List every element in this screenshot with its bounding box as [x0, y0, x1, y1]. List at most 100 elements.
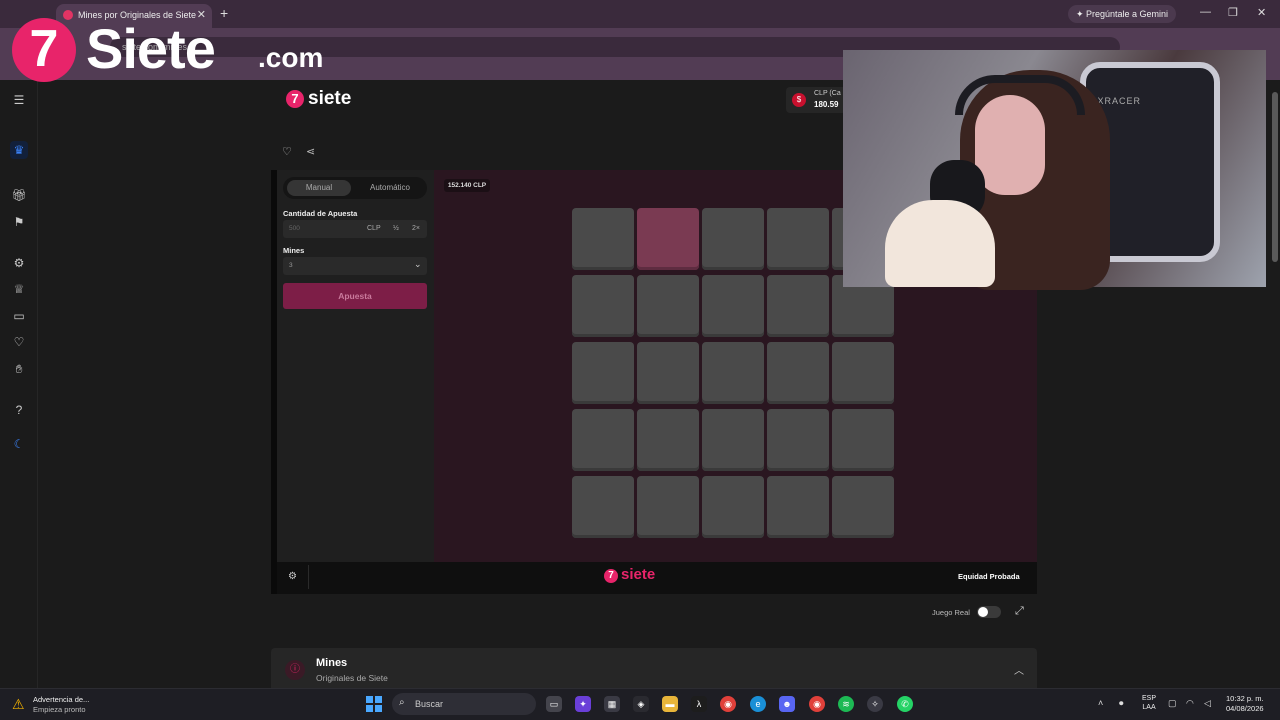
microphone-icon[interactable]: ⏺	[1119, 698, 1124, 709]
settings-icon[interactable]: ⚙	[288, 571, 297, 582]
app-icon[interactable]: ◈	[633, 696, 649, 712]
mine-tile[interactable]	[572, 275, 634, 337]
trophy-icon[interactable]: ♕	[10, 280, 28, 298]
windows-start-icon[interactable]	[366, 696, 382, 712]
provably-fair-link[interactable]: Equidad Probada	[958, 572, 1020, 581]
spotify-icon[interactable]: ≋	[838, 696, 854, 712]
keyboard-language[interactable]: ESP LAA	[1142, 694, 1156, 712]
real-play-toggle-knob[interactable]	[978, 607, 988, 617]
mine-tile[interactable]	[637, 476, 699, 538]
terminal-icon[interactable]: λ	[691, 696, 707, 712]
win-amount-badge: 152.140 CLP	[444, 179, 490, 192]
mine-tile[interactable]	[767, 342, 829, 404]
mine-tile[interactable]	[637, 208, 699, 270]
copilot-icon[interactable]: ✦	[575, 696, 591, 712]
warning-subtitle[interactable]: Empieza pronto	[33, 705, 86, 714]
chrome-icon[interactable]: ◉	[720, 696, 736, 712]
overlay-logo-name: Siete	[86, 17, 216, 80]
mine-tile[interactable]	[637, 342, 699, 404]
discord-icon[interactable]: ☻	[779, 696, 795, 712]
mine-tile[interactable]	[832, 342, 894, 404]
crown-icon[interactable]: ♛	[10, 141, 28, 159]
mine-tile[interactable]	[702, 476, 764, 538]
bike-icon[interactable]: ⚙	[10, 254, 28, 272]
warning-title[interactable]: Advertencia de...	[33, 695, 89, 704]
balance-widget[interactable]: $ CLP (Ca 180.59	[786, 87, 846, 113]
clock[interactable]: 10:32 p. m. 04/08/2026	[1226, 694, 1264, 714]
minimize-button[interactable]: —	[1200, 6, 1211, 18]
app-icon-2[interactable]: ✧	[867, 696, 883, 712]
chevron-down-icon[interactable]: ⌄	[414, 259, 422, 270]
moon-icon[interactable]: ☾	[10, 435, 28, 453]
mine-tile[interactable]	[702, 208, 764, 270]
bet-button[interactable]: Apuesta	[283, 283, 427, 309]
mine-tile[interactable]	[637, 409, 699, 471]
mines-value: 3	[289, 262, 293, 269]
mine-tile[interactable]	[767, 208, 829, 270]
hand-icon[interactable]: ✋︎	[10, 360, 28, 378]
favorite-icon[interactable]: ♡	[282, 145, 292, 158]
clock-date: 04/08/2026	[1226, 704, 1264, 713]
bet-amount-input[interactable]	[283, 220, 427, 238]
heart-icon[interactable]: ♡	[10, 333, 28, 351]
edge-icon[interactable]: e	[750, 696, 766, 712]
balance-amount: 180.59	[814, 100, 839, 109]
bet-amount-placeholder: 500	[289, 225, 300, 232]
mine-tile[interactable]	[767, 476, 829, 538]
chevron-up-icon[interactable]: ︿	[1014, 662, 1024, 677]
mine-tile[interactable]	[572, 208, 634, 270]
bet-half-button[interactable]: ½	[393, 225, 399, 232]
mode-manual-tab[interactable]: Manual	[287, 180, 351, 196]
mine-tile[interactable]	[702, 409, 764, 471]
clock-time: 10:32 p. m.	[1226, 694, 1264, 703]
game-info-card[interactable]	[271, 648, 1037, 692]
gemini-button[interactable]: ✦ Pregúntale a Gemini	[1068, 5, 1176, 23]
taskbar-search[interactable]	[392, 693, 536, 715]
game-footer	[277, 562, 1037, 594]
whatsapp-icon[interactable]: ✆	[897, 696, 913, 712]
video-icon[interactable]: ▭	[10, 307, 28, 325]
mine-tile[interactable]	[832, 409, 894, 471]
wifi-icon[interactable]: ◠	[1186, 698, 1194, 709]
network-icon[interactable]: ▢	[1168, 698, 1177, 709]
mine-tile[interactable]	[832, 476, 894, 538]
mine-tile[interactable]	[572, 409, 634, 471]
task-view-icon[interactable]: ▭	[546, 696, 562, 712]
info-icon: ⓘ	[285, 660, 305, 680]
game-subtitle: Originales de Siete	[316, 673, 388, 683]
gift-icon[interactable]: 🎁︎	[10, 186, 28, 204]
mines-label: Mines	[283, 246, 305, 255]
bet-double-button[interactable]: 2×	[412, 225, 420, 232]
mine-tile[interactable]	[572, 476, 634, 538]
mine-tile[interactable]	[637, 275, 699, 337]
mine-tile[interactable]	[767, 409, 829, 471]
mine-tile[interactable]	[702, 275, 764, 337]
taskbar-search-placeholder: Buscar	[415, 699, 444, 709]
volume-icon[interactable]: ◁	[1204, 698, 1211, 709]
share-icon[interactable]: ⋖	[306, 145, 315, 158]
real-play-label: Juego Real	[932, 608, 970, 617]
overlay-logo-tld: .com	[258, 42, 324, 73]
mode-auto-tab[interactable]: Automático	[358, 180, 422, 196]
menu-icon[interactable]: ☰	[10, 91, 28, 109]
overlay-logo-mark: 7	[12, 18, 76, 82]
close-window-button[interactable]: ✕	[1257, 6, 1266, 19]
mine-tile[interactable]	[702, 342, 764, 404]
tray-chevron-up-icon[interactable]: ˄	[1098, 698, 1103, 708]
mine-tile[interactable]	[572, 342, 634, 404]
store-icon[interactable]: ▦	[604, 696, 620, 712]
footer-logo-mark: 7	[604, 569, 618, 583]
maximize-button[interactable]: ❐	[1228, 6, 1238, 19]
warning-icon[interactable]: ⚠	[12, 696, 25, 713]
medal-icon[interactable]: ⚑	[10, 213, 28, 231]
help-icon[interactable]: ?	[10, 401, 28, 419]
lang-bottom: LAA	[1142, 704, 1156, 711]
site-logo-text: siete	[308, 88, 352, 109]
scrollbar-thumb[interactable]	[1272, 92, 1278, 262]
mine-tile[interactable]	[767, 275, 829, 337]
chrome-active-icon[interactable]: ◉	[809, 696, 825, 712]
mines-select[interactable]	[283, 257, 427, 275]
file-explorer-icon[interactable]: ▬	[662, 696, 678, 712]
fullscreen-icon[interactable]: ⤢	[1015, 605, 1024, 618]
footer-logo-text: siete	[621, 566, 656, 583]
